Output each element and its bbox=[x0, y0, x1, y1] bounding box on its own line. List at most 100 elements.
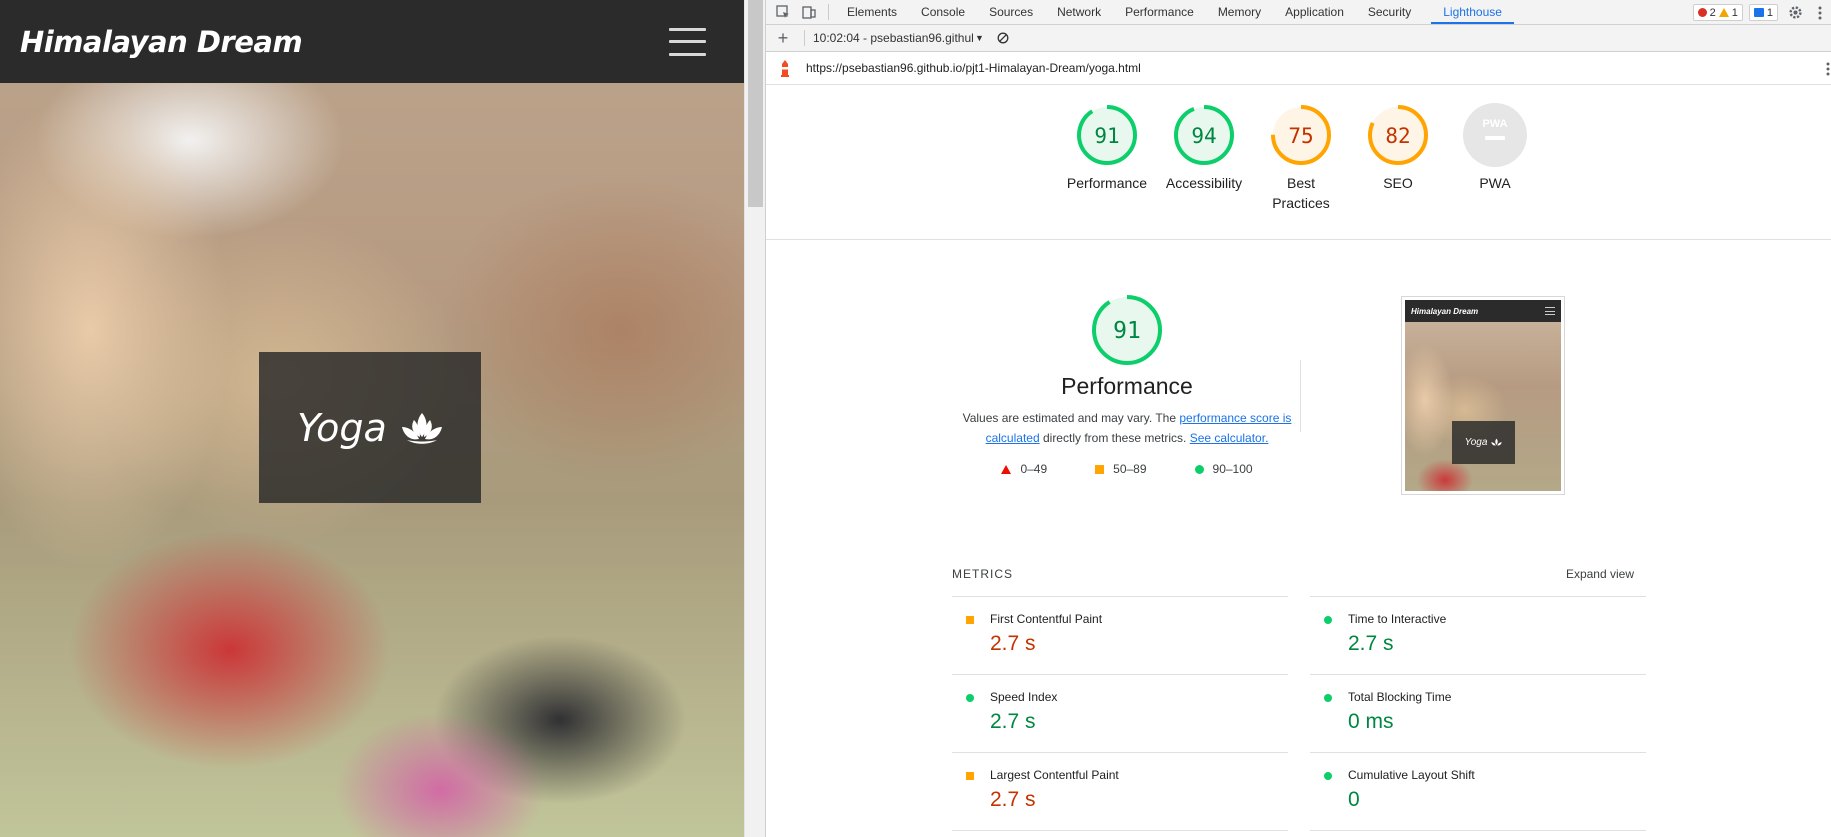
performance-detail: 91 Performance Values are estimated and … bbox=[951, 293, 1303, 476]
metric-value: 0 bbox=[1348, 788, 1360, 811]
error-count: 2 bbox=[1709, 6, 1716, 19]
average-square-icon bbox=[1095, 464, 1105, 474]
tab-security[interactable]: Security bbox=[1356, 0, 1423, 24]
desc-text: directly from these metrics. bbox=[1039, 431, 1190, 445]
performance-title: Performance bbox=[1061, 373, 1193, 399]
legend-fail: 0–49 bbox=[1020, 462, 1048, 476]
report-select-dropdown-icon[interactable]: ▼ bbox=[975, 33, 984, 43]
gauge-score: 94 bbox=[1191, 124, 1216, 148]
fail-triangle-icon bbox=[1001, 464, 1012, 474]
error-icon bbox=[1697, 8, 1707, 17]
tab-elements[interactable]: Elements bbox=[835, 0, 909, 24]
pass-circle-icon bbox=[1194, 464, 1204, 474]
clear-reports-icon[interactable] bbox=[990, 26, 1016, 50]
report-select[interactable]: 10:02:04 - psebastian96.github bbox=[813, 31, 973, 45]
category-gauges: 91 Performance 94 Accessibility 75 Best bbox=[766, 103, 1831, 253]
legend-average: 50–89 bbox=[1113, 462, 1147, 476]
settings-gear-icon[interactable] bbox=[1784, 1, 1806, 25]
warning-icon bbox=[1718, 8, 1729, 17]
metric-value: 2.7 s bbox=[990, 710, 1036, 733]
thumb-brand: Himalayan Dream bbox=[1411, 306, 1479, 316]
expand-view-toggle[interactable]: Expand view bbox=[1566, 567, 1634, 581]
url-more-options-icon[interactable] bbox=[1826, 62, 1830, 76]
see-calculator-link[interactable]: See calculator. bbox=[1190, 431, 1269, 445]
issues-badge[interactable]: 2 1 bbox=[1692, 4, 1743, 21]
lighthouse-toolbar: + 10:02:04 - psebastian96.github ▼ bbox=[766, 25, 1831, 52]
metric-speed-index: Speed Index 2.7 s bbox=[952, 674, 1288, 752]
tab-network[interactable]: Network bbox=[1045, 0, 1113, 24]
metric-first-contentful-paint: First Contentful Paint 2.7 s bbox=[952, 596, 1288, 674]
metric-label: Largest Contentful Paint bbox=[990, 768, 1119, 782]
devtools-panel: Elements Console Sources Network Perform… bbox=[765, 0, 1831, 837]
metric-total-blocking-time: Total Blocking Time 0 ms bbox=[1310, 674, 1646, 752]
tab-console[interactable]: Console bbox=[909, 0, 977, 24]
hero-title-box: Yoga bbox=[259, 352, 481, 503]
average-square-icon bbox=[966, 772, 974, 780]
score-legend: 0–49 50–89 90–100 bbox=[951, 462, 1303, 476]
site-brand[interactable]: Himalayan Dream bbox=[20, 25, 303, 59]
metric-time-to-interactive: Time to Interactive 2.7 s bbox=[1310, 596, 1646, 674]
thumb-hero-title: Yoga bbox=[1464, 437, 1488, 448]
gauge-seo[interactable]: 82 SEO bbox=[1350, 103, 1446, 193]
tab-application[interactable]: Application bbox=[1273, 0, 1356, 24]
gauge-label: Best Practices bbox=[1272, 175, 1330, 211]
desc-text: Values are estimated and may vary. The bbox=[962, 411, 1180, 425]
gauge-label: Performance bbox=[1066, 175, 1148, 191]
metric-value: 2.7 s bbox=[990, 632, 1036, 655]
lighthouse-report: 91 Performance 94 Accessibility 75 Best bbox=[766, 85, 1831, 837]
metrics-title: METRICS bbox=[952, 567, 1013, 581]
report-url[interactable]: https://psebastian96.github.io/pjt1-Hima… bbox=[806, 61, 1141, 75]
metric-value: 0 ms bbox=[1348, 710, 1394, 733]
lighthouse-logo-icon bbox=[781, 60, 789, 77]
metric-label: Time to Interactive bbox=[1348, 612, 1447, 626]
gauge-performance[interactable]: 91 Performance bbox=[1059, 103, 1155, 193]
gauge-score: 82 bbox=[1385, 124, 1410, 148]
scrollbar-thumb[interactable] bbox=[748, 0, 763, 207]
site-navbar: Himalayan Dream bbox=[0, 0, 744, 83]
divider bbox=[952, 830, 1288, 831]
gauge-accessibility[interactable]: 94 Accessibility bbox=[1156, 103, 1252, 193]
metrics-header: METRICS Expand view bbox=[952, 567, 1642, 583]
tab-sources[interactable]: Sources bbox=[977, 0, 1045, 24]
gauge-label: PWA bbox=[1479, 175, 1511, 191]
metric-label: Total Blocking Time bbox=[1348, 690, 1452, 704]
thumb-hero-box: Yoga bbox=[1452, 421, 1515, 464]
vertical-divider bbox=[1300, 360, 1301, 432]
tab-performance[interactable]: Performance bbox=[1113, 0, 1206, 24]
divider bbox=[766, 239, 1831, 240]
more-options-icon[interactable] bbox=[1812, 1, 1828, 25]
inspect-element-icon[interactable] bbox=[770, 0, 796, 24]
gauge-pwa[interactable]: PWA PWA bbox=[1447, 103, 1543, 193]
average-square-icon bbox=[966, 616, 974, 624]
performance-score: 91 bbox=[1113, 318, 1141, 344]
pass-circle-icon bbox=[1324, 772, 1332, 780]
metric-value: 2.7 s bbox=[990, 788, 1036, 811]
tab-memory[interactable]: Memory bbox=[1206, 0, 1273, 24]
website-preview: Himalayan Dream Yoga bbox=[0, 0, 744, 837]
report-url-bar: https://psebastian96.github.io/pjt1-Hima… bbox=[766, 52, 1831, 85]
hero-title: Yoga bbox=[297, 405, 387, 450]
metric-largest-contentful-paint: Largest Contentful Paint 2.7 s bbox=[952, 752, 1288, 830]
devtools-status: 2 1 1 bbox=[1692, 0, 1831, 25]
tab-lighthouse[interactable]: Lighthouse bbox=[1431, 0, 1514, 24]
hamburger-menu-icon[interactable] bbox=[669, 27, 706, 56]
pass-circle-icon bbox=[966, 694, 974, 702]
pwa-badge-text: PWA bbox=[1482, 118, 1507, 130]
gauge-best-practices[interactable]: 75 Best Practices bbox=[1253, 103, 1349, 213]
metric-label: Speed Index bbox=[990, 690, 1058, 704]
pwa-na-bar bbox=[1485, 136, 1505, 140]
metric-cumulative-layout-shift: Cumulative Layout Shift 0 bbox=[1310, 752, 1646, 830]
warning-count: 1 bbox=[1731, 6, 1738, 19]
device-toolbar-icon[interactable] bbox=[796, 0, 822, 24]
message-icon bbox=[1753, 8, 1764, 17]
metric-label: First Contentful Paint bbox=[990, 612, 1103, 626]
lotus-icon bbox=[401, 412, 442, 444]
new-report-plus-icon[interactable]: + bbox=[770, 26, 796, 50]
gauge-score: 75 bbox=[1288, 124, 1313, 148]
page-scrollbar[interactable] bbox=[744, 0, 765, 837]
performance-gauge: 91 bbox=[1092, 295, 1162, 365]
metric-label: Cumulative Layout Shift bbox=[1348, 768, 1475, 782]
pass-circle-icon bbox=[1324, 616, 1332, 624]
messages-badge[interactable]: 1 bbox=[1748, 4, 1778, 21]
final-screenshot-thumbnail[interactable]: Himalayan Dream Yoga bbox=[1401, 296, 1565, 495]
